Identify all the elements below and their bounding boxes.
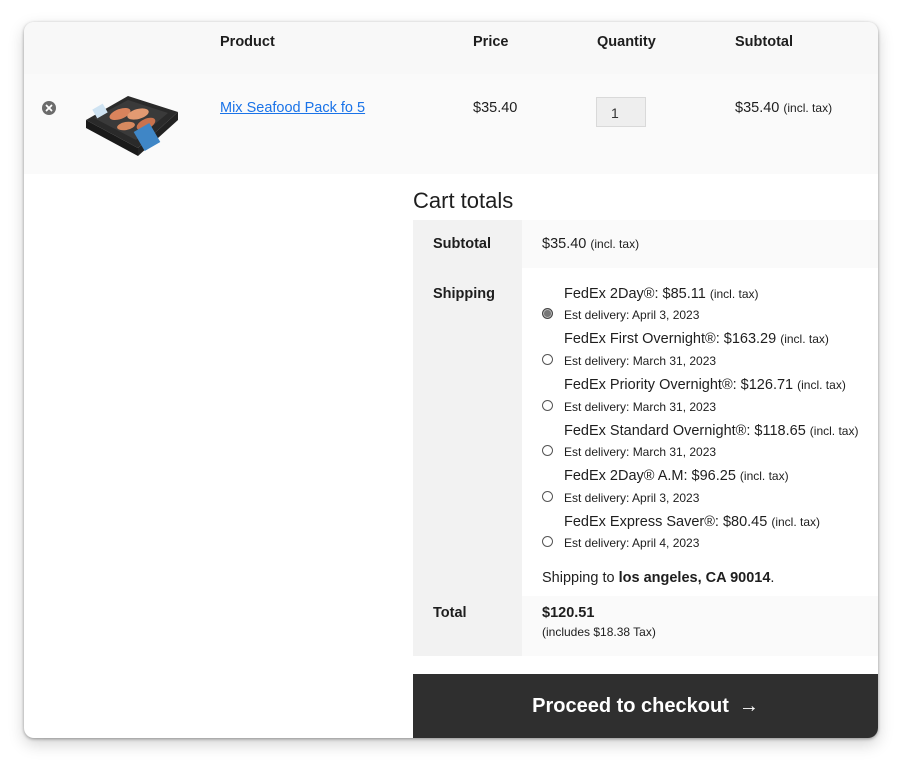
shipping-option-4-radio[interactable] xyxy=(542,491,553,502)
shipping-option-1: FedEx First Overnight®: $163.29 (incl. t… xyxy=(564,331,829,347)
subtotal-note: (incl. tax) xyxy=(590,237,640,251)
shipping-option-1-name: FedEx First Overnight®: $163.29 xyxy=(564,331,777,347)
shipping-option-3-name: FedEx Standard Overnight®: $118.65 xyxy=(564,423,806,439)
header-subtotal: Subtotal xyxy=(735,34,793,50)
item-subtotal-note: (incl. tax) xyxy=(783,101,833,115)
proceed-to-checkout-button[interactable]: Proceed to checkout → xyxy=(413,674,878,738)
total-label: Total xyxy=(433,605,467,621)
quantity-input[interactable]: 1 xyxy=(596,97,646,127)
cart-page: Product Price Quantity Subtotal Mix Seaf… xyxy=(24,22,878,738)
shipping-option-3-est: Est delivery: March 31, 2023 xyxy=(564,445,717,459)
shipping-option-1-note: (incl. tax) xyxy=(780,332,829,346)
item-price: $35.40 xyxy=(473,100,518,116)
item-subtotal-value: $35.40 xyxy=(735,100,780,116)
shipping-option-2-note: (incl. tax) xyxy=(797,378,846,392)
shipping-option-5-est: Est delivery: April 4, 2023 xyxy=(564,536,700,550)
shipping-option-5-name: FedEx Express Saver®: $80.45 xyxy=(564,514,768,530)
total-value: $120.51 xyxy=(542,605,595,621)
shipping-option-3: FedEx Standard Overnight®: $118.65 (incl… xyxy=(564,423,858,439)
shipping-option-4-est: Est delivery: April 3, 2023 xyxy=(564,491,700,505)
subtotal-value-wrap: $35.40 (incl. tax) xyxy=(542,236,639,252)
shipping-option-2-name: FedEx Priority Overnight®: $126.71 xyxy=(564,377,794,393)
shipping-option-3-radio[interactable] xyxy=(542,445,553,456)
shipping-destination: Shipping to los angeles, CA 90014. xyxy=(542,570,774,586)
shipping-option-2-est: Est delivery: March 31, 2023 xyxy=(564,400,717,414)
shipping-option-0-est: Est delivery: April 3, 2023 xyxy=(564,308,700,322)
cart-totals-title: Cart totals xyxy=(413,188,514,213)
shipping-option-1-est: Est delivery: March 31, 2023 xyxy=(564,354,717,368)
shipping-option-4-name: FedEx 2Day® A.M: $96.25 xyxy=(564,468,736,484)
shipping-to-suffix: . xyxy=(770,570,775,586)
shipping-option-4-note: (incl. tax) xyxy=(739,469,789,483)
cart-table-header: Product Price Quantity Subtotal xyxy=(24,22,878,74)
shipping-option-1-radio[interactable] xyxy=(542,354,553,365)
item-subtotal: $35.40 (incl. tax) xyxy=(735,100,832,116)
shipping-label: Shipping xyxy=(433,286,496,302)
product-name-link[interactable]: Mix Seafood Pack fo 5 xyxy=(220,100,365,116)
header-quantity: Quantity xyxy=(597,34,656,50)
shipping-option-0-note: (incl. tax) xyxy=(709,287,759,301)
subtotal-value: $35.40 xyxy=(542,236,587,252)
checkout-label: Proceed to checkout xyxy=(532,694,729,717)
shipping-option-2-radio[interactable] xyxy=(542,400,553,411)
shipping-option-3-note: (incl. tax) xyxy=(809,424,859,438)
subtotal-label: Subtotal xyxy=(433,236,491,252)
remove-item-icon[interactable] xyxy=(42,101,56,115)
header-price: Price xyxy=(473,34,509,50)
shipping-option-2: FedEx Priority Overnight®: $126.71 (incl… xyxy=(564,377,846,393)
arrow-right-icon: → xyxy=(738,694,759,717)
shipping-option-0: FedEx 2Day®: $85.11 (incl. tax) xyxy=(564,286,759,302)
shipping-to-location: los angeles, CA 90014 xyxy=(618,570,771,586)
shipping-option-0-radio[interactable] xyxy=(542,308,553,319)
shipping-option-5-note: (incl. tax) xyxy=(771,515,821,529)
shipping-option-5: FedEx Express Saver®: $80.45 (incl. tax) xyxy=(564,514,820,530)
shipping-option-4: FedEx 2Day® A.M: $96.25 (incl. tax) xyxy=(564,468,789,484)
shipping-option-0-name: FedEx 2Day®: $85.11 xyxy=(564,286,706,302)
shipping-to-prefix: Shipping to xyxy=(542,570,619,586)
total-tax-note: (includes $18.38 Tax) xyxy=(542,625,656,639)
shipping-option-5-radio[interactable] xyxy=(542,536,553,547)
header-product: Product xyxy=(220,34,275,50)
product-thumbnail[interactable] xyxy=(80,82,182,162)
